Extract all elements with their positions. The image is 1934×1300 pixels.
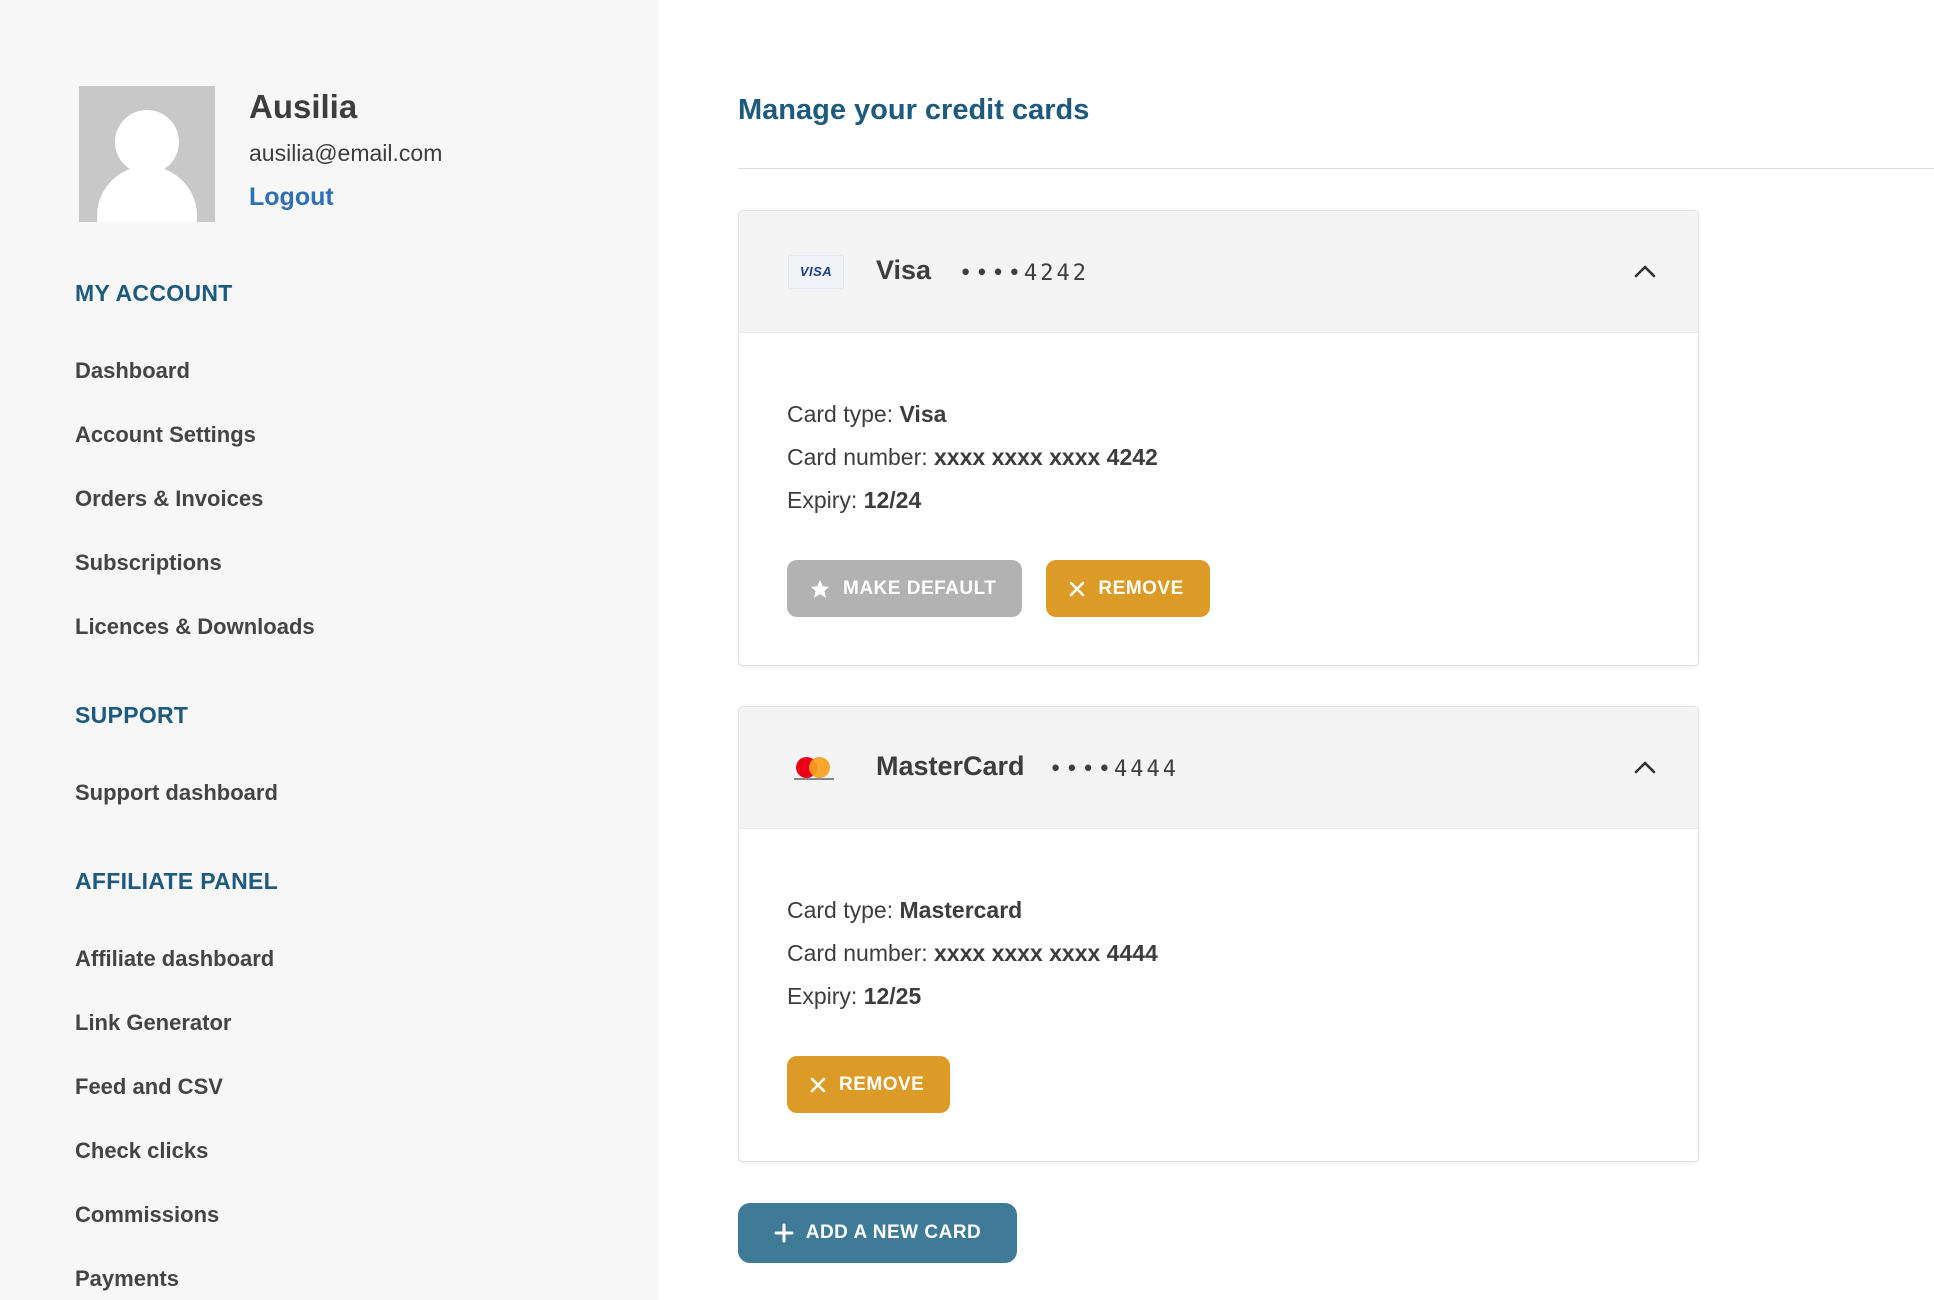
avatar <box>79 86 215 222</box>
card-header[interactable]: VISA Visa ••••4242 <box>739 211 1698 333</box>
card-type-line: Card type: Visa <box>787 393 1650 436</box>
card-brand: Visa <box>876 255 932 285</box>
sidebar-item-support-dashboard[interactable]: Support dashboard <box>75 780 278 806</box>
credit-card-mastercard: MasterCard ••••4444 Card type: Mastercar… <box>738 706 1699 1162</box>
visa-logo-icon: VISA <box>788 255 844 289</box>
mastercard-logo-icon <box>788 751 844 785</box>
section-title-affiliate-panel: AFFILIATE PANEL <box>75 868 278 894</box>
remove-label: REMOVE <box>839 1073 925 1095</box>
sidebar-item-payments[interactable]: Payments <box>75 1266 179 1292</box>
card-expiry-value: 12/25 <box>863 983 922 1009</box>
add-new-card-button[interactable]: ADD A NEW CARD <box>738 1203 1017 1263</box>
card-brand: MasterCard <box>876 751 1025 781</box>
sidebar-item-affiliate-dashboard[interactable]: Affiliate dashboard <box>75 946 274 972</box>
sidebar-item-account-settings[interactable]: Account Settings <box>75 422 256 448</box>
card-expiry-label: Expiry: <box>787 487 864 513</box>
sidebar-item-orders-invoices[interactable]: Orders & Invoices <box>75 486 263 512</box>
star-icon <box>810 579 830 598</box>
sidebar-item-check-clicks[interactable]: Check clicks <box>75 1138 208 1164</box>
sidebar-item-licences-downloads[interactable]: Licences & Downloads <box>75 614 315 640</box>
remove-button[interactable]: REMOVE <box>787 1056 951 1113</box>
make-default-button[interactable]: MAKE DEFAULT <box>787 560 1023 617</box>
card-number-value: xxxx xxxx xxxx 4444 <box>934 940 1158 966</box>
sidebar-item-feed-and-csv[interactable]: Feed and CSV <box>75 1074 223 1100</box>
credit-card-visa: VISA Visa ••••4242 Card type: Visa Card … <box>738 210 1699 666</box>
page-title: Manage your credit cards <box>738 94 1090 126</box>
card-type-value: Mastercard <box>899 897 1023 923</box>
card-actions: REMOVE <box>787 1056 1650 1113</box>
card-details: Card type: Mastercard Card number: xxxx … <box>739 829 1698 1161</box>
plus-icon <box>774 1223 794 1243</box>
logout-link[interactable]: Logout <box>249 183 334 212</box>
card-expiry-label: Expiry: <box>787 983 864 1009</box>
user-email: ausilia@email.com <box>249 140 443 166</box>
add-new-card-label: ADD A NEW CARD <box>805 1222 982 1243</box>
card-type-label: Card type: <box>787 897 900 923</box>
section-title-support: SUPPORT <box>75 702 189 728</box>
sidebar-item-link-generator[interactable]: Link Generator <box>75 1010 231 1036</box>
card-number-value: xxxx xxxx xxxx 4242 <box>934 444 1158 470</box>
card-masked-number: ••••4242 <box>959 261 1089 286</box>
sidebar: Ausilia ausilia@email.com Logout MY ACCO… <box>0 0 658 1300</box>
divider <box>738 168 1934 169</box>
user-name: Ausilia <box>249 88 358 125</box>
card-details: Card type: Visa Card number: xxxx xxxx x… <box>739 333 1698 665</box>
card-expiry-line: Expiry: 12/24 <box>787 479 1650 522</box>
card-masked-number: ••••4444 <box>1049 757 1179 782</box>
card-expiry-line: Expiry: 12/25 <box>787 975 1650 1018</box>
chevron-up-icon[interactable] <box>1632 755 1658 781</box>
card-type-line: Card type: Mastercard <box>787 889 1650 932</box>
card-actions: MAKE DEFAULT REMOVE <box>787 560 1650 617</box>
make-default-label: MAKE DEFAULT <box>843 577 997 599</box>
card-number-label: Card number: <box>787 940 935 966</box>
card-number-label: Card number: <box>787 444 935 470</box>
close-icon <box>810 1077 826 1092</box>
close-icon <box>1070 581 1085 596</box>
card-type-label: Card type: <box>787 401 900 427</box>
card-number-line: Card number: xxxx xxxx xxxx 4242 <box>787 436 1650 479</box>
card-expiry-value: 12/24 <box>863 487 922 513</box>
card-number-line: Card number: xxxx xxxx xxxx 4444 <box>787 932 1650 975</box>
sidebar-item-commissions[interactable]: Commissions <box>75 1202 219 1228</box>
remove-button[interactable]: REMOVE <box>1046 560 1210 617</box>
section-title-my-account: MY ACCOUNT <box>75 280 233 306</box>
sidebar-item-subscriptions[interactable]: Subscriptions <box>75 550 222 576</box>
remove-label: REMOVE <box>1098 577 1184 599</box>
card-type-value: Visa <box>899 401 947 427</box>
card-header[interactable]: MasterCard ••••4444 <box>739 707 1698 829</box>
sidebar-item-dashboard[interactable]: Dashboard <box>75 358 190 384</box>
chevron-up-icon[interactable] <box>1632 259 1658 285</box>
